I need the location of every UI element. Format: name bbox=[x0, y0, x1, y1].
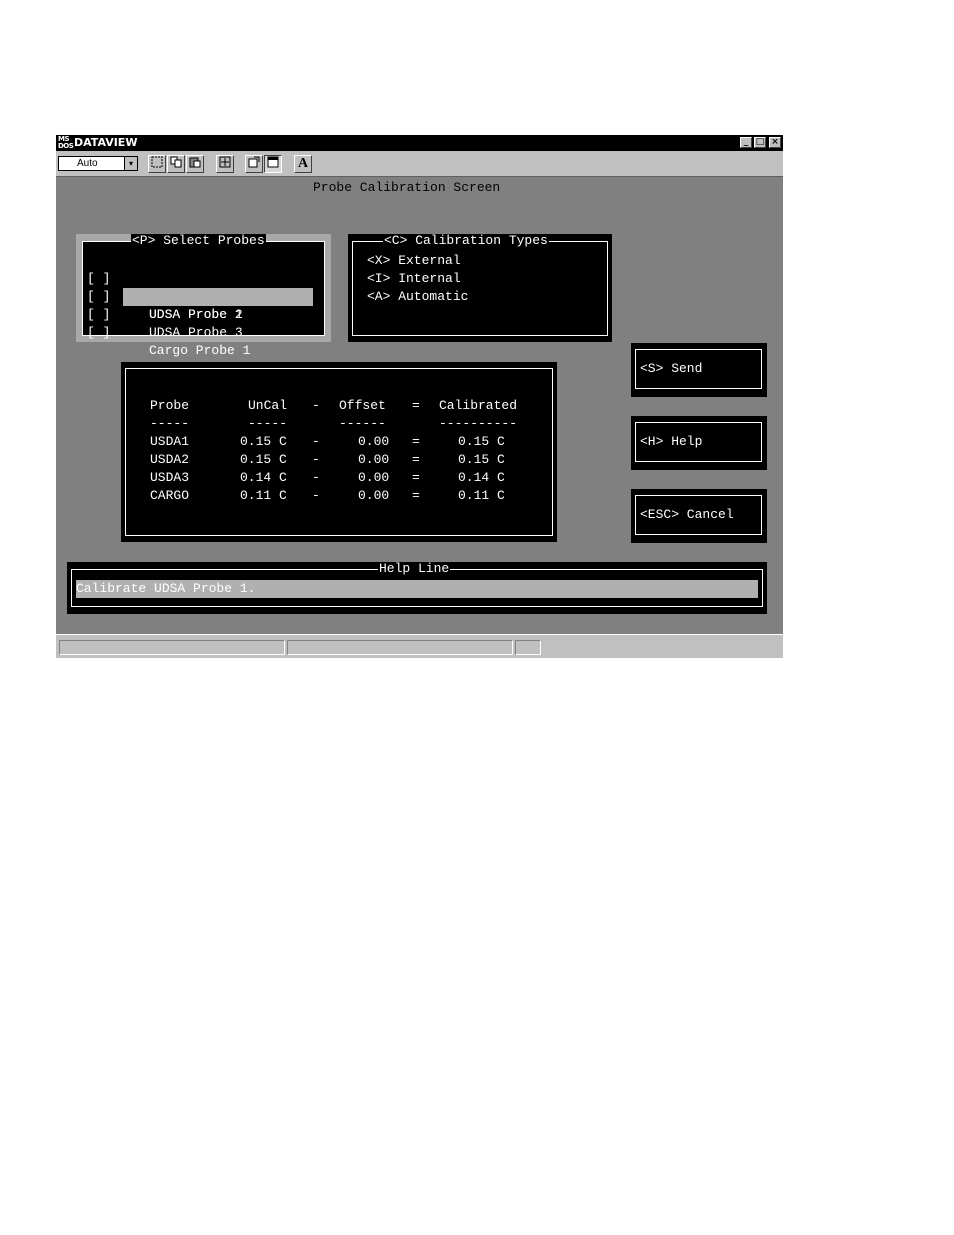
select-probes-panel: <P> Select Probes [ ] UDSA Probe 1 [ ] U… bbox=[76, 234, 331, 358]
send-button-label: <S> Send bbox=[640, 361, 703, 376]
results-panel: Probe UnCal - Offset = Calibrated ----- … bbox=[121, 362, 557, 542]
status-pane-2 bbox=[287, 640, 513, 655]
cell-offset: 0.00 bbox=[358, 434, 390, 449]
send-button[interactable]: <S> Send bbox=[631, 343, 767, 397]
page-title: Probe Calibration Screen bbox=[313, 180, 501, 195]
cell-equals: = bbox=[412, 452, 420, 467]
window-title: DATAVIEW bbox=[74, 136, 138, 149]
font-button[interactable]: A bbox=[294, 155, 312, 173]
cell-offset: 0.00 bbox=[358, 488, 390, 503]
cell-minus: - bbox=[312, 452, 320, 467]
calibration-type-external[interactable]: <X> External bbox=[367, 252, 461, 270]
dataview-window: MS DOS DATAVIEW _ □ × Auto ▾ A Probe Cal… bbox=[56, 135, 783, 658]
mark-icon[interactable] bbox=[148, 155, 166, 173]
cell-offset: 0.00 bbox=[358, 452, 390, 467]
table-header: Probe UnCal - Offset = Calibrated bbox=[126, 397, 546, 415]
calibration-types-legend: <C> Calibration Types bbox=[383, 233, 549, 248]
help-line-text: Calibrate UDSA Probe 1. bbox=[76, 581, 256, 596]
font-size-select[interactable]: Auto ▾ bbox=[58, 156, 138, 171]
msdos-app-icon: MS DOS bbox=[58, 135, 74, 150]
cell-probe: USDA2 bbox=[150, 452, 190, 467]
col-calibrated-header: Calibrated bbox=[439, 398, 518, 413]
cell-probe: USDA1 bbox=[150, 434, 190, 449]
cell-probe: USDA3 bbox=[150, 470, 190, 485]
cell-probe: CARGO bbox=[150, 488, 190, 503]
send-button-frame: <S> Send bbox=[635, 349, 762, 389]
underline-uncal: ----- bbox=[248, 416, 288, 431]
status-bar bbox=[56, 634, 783, 658]
status-pane-1 bbox=[59, 640, 285, 655]
probe-label: UDSA Probe 3 bbox=[149, 325, 243, 340]
fullscreen-icon[interactable] bbox=[216, 155, 234, 173]
calibration-types-panel: <C> Calibration Types <X> External <I> I… bbox=[348, 234, 612, 342]
underline-offset: ------ bbox=[339, 416, 386, 431]
underline-calibrated: ---------- bbox=[439, 416, 518, 431]
cell-minus: - bbox=[312, 470, 320, 485]
probe-checkbox[interactable]: [ ] bbox=[87, 324, 110, 342]
title-bar[interactable]: MS DOS DATAVIEW _ □ × bbox=[56, 135, 783, 151]
probe-item[interactable]: [ ] UDSA Probe 1 bbox=[83, 252, 319, 322]
table-row: CARGO 0.11 C - 0.00 = 0.11 C bbox=[126, 487, 546, 505]
cell-uncal: 0.11 C bbox=[240, 488, 287, 503]
cancel-button-label: <ESC> Cancel bbox=[640, 507, 734, 522]
probe-item[interactable]: [ ] UDSA Probe 3 bbox=[83, 288, 319, 340]
cell-calibrated: 0.14 C bbox=[458, 470, 505, 485]
paste-icon[interactable] bbox=[186, 155, 204, 173]
cell-uncal: 0.15 C bbox=[240, 434, 287, 449]
cancel-button[interactable]: <ESC> Cancel bbox=[631, 489, 767, 543]
results-frame: Probe UnCal - Offset = Calibrated ----- … bbox=[125, 368, 553, 536]
table-row: USDA2 0.15 C - 0.00 = 0.15 C bbox=[126, 451, 546, 469]
cell-offset: 0.00 bbox=[358, 470, 390, 485]
status-pane-3 bbox=[515, 640, 541, 655]
calibration-type-internal[interactable]: <I> Internal bbox=[367, 270, 461, 288]
chevron-down-icon[interactable]: ▾ bbox=[124, 157, 137, 170]
cell-equals: = bbox=[412, 434, 420, 449]
select-probes-frame: <P> Select Probes [ ] UDSA Probe 1 [ ] U… bbox=[82, 234, 325, 358]
help-button[interactable]: <H> Help bbox=[631, 416, 767, 470]
probe-label: Cargo Probe 1 bbox=[149, 343, 251, 358]
cell-uncal: 0.14 C bbox=[240, 470, 287, 485]
copy-icon[interactable] bbox=[167, 155, 185, 173]
col-uncal-header: UnCal bbox=[248, 398, 288, 413]
cell-uncal: 0.15 C bbox=[240, 452, 287, 467]
table-underline: ----- ----- ------ ---------- bbox=[126, 415, 546, 433]
help-button-frame: <H> Help bbox=[635, 422, 762, 462]
help-line-legend: Help Line bbox=[378, 561, 451, 576]
col-offset-header: Offset bbox=[339, 398, 386, 413]
table-row: USDA3 0.14 C - 0.00 = 0.14 C bbox=[126, 469, 546, 487]
cell-calibrated: 0.15 C bbox=[458, 452, 505, 467]
col-equals-header: = bbox=[412, 398, 420, 413]
probe-item[interactable]: [ ] Cargo Probe 1 bbox=[83, 306, 319, 358]
properties-icon[interactable] bbox=[245, 155, 263, 173]
minimize-button[interactable]: _ bbox=[740, 137, 752, 148]
select-probes-legend: <P> Select Probes bbox=[131, 233, 266, 248]
maximize-button[interactable]: □ bbox=[754, 137, 766, 148]
toolbar: Auto ▾ A bbox=[56, 151, 783, 177]
calibration-type-automatic[interactable]: <A> Automatic bbox=[367, 288, 468, 306]
cell-minus: - bbox=[312, 488, 320, 503]
probe-item[interactable]: [ ] UDSA Probe 2 bbox=[83, 270, 319, 322]
font-size-value: Auto bbox=[77, 158, 98, 169]
cell-minus: - bbox=[312, 434, 320, 449]
calibration-types-frame: <C> Calibration Types <X> External <I> I… bbox=[352, 234, 608, 336]
close-button[interactable]: × bbox=[769, 137, 781, 148]
help-line-panel: Help Line Calibrate UDSA Probe 1. bbox=[67, 562, 767, 614]
cell-equals: = bbox=[412, 488, 420, 503]
table-row: USDA1 0.15 C - 0.00 = 0.15 C bbox=[126, 433, 546, 451]
cell-equals: = bbox=[412, 470, 420, 485]
col-probe-header: Probe bbox=[150, 398, 190, 413]
background-icon[interactable] bbox=[264, 155, 282, 173]
help-line-frame: Help Line Calibrate UDSA Probe 1. bbox=[71, 562, 763, 607]
cell-calibrated: 0.15 C bbox=[458, 434, 505, 449]
col-minus-header: - bbox=[312, 398, 320, 413]
cancel-button-frame: <ESC> Cancel bbox=[635, 495, 762, 535]
underline-probe: ----- bbox=[150, 416, 190, 431]
dos-screen: Probe Calibration Screen <P> Select Prob… bbox=[56, 177, 783, 634]
help-button-label: <H> Help bbox=[640, 434, 703, 449]
cell-calibrated: 0.11 C bbox=[458, 488, 505, 503]
